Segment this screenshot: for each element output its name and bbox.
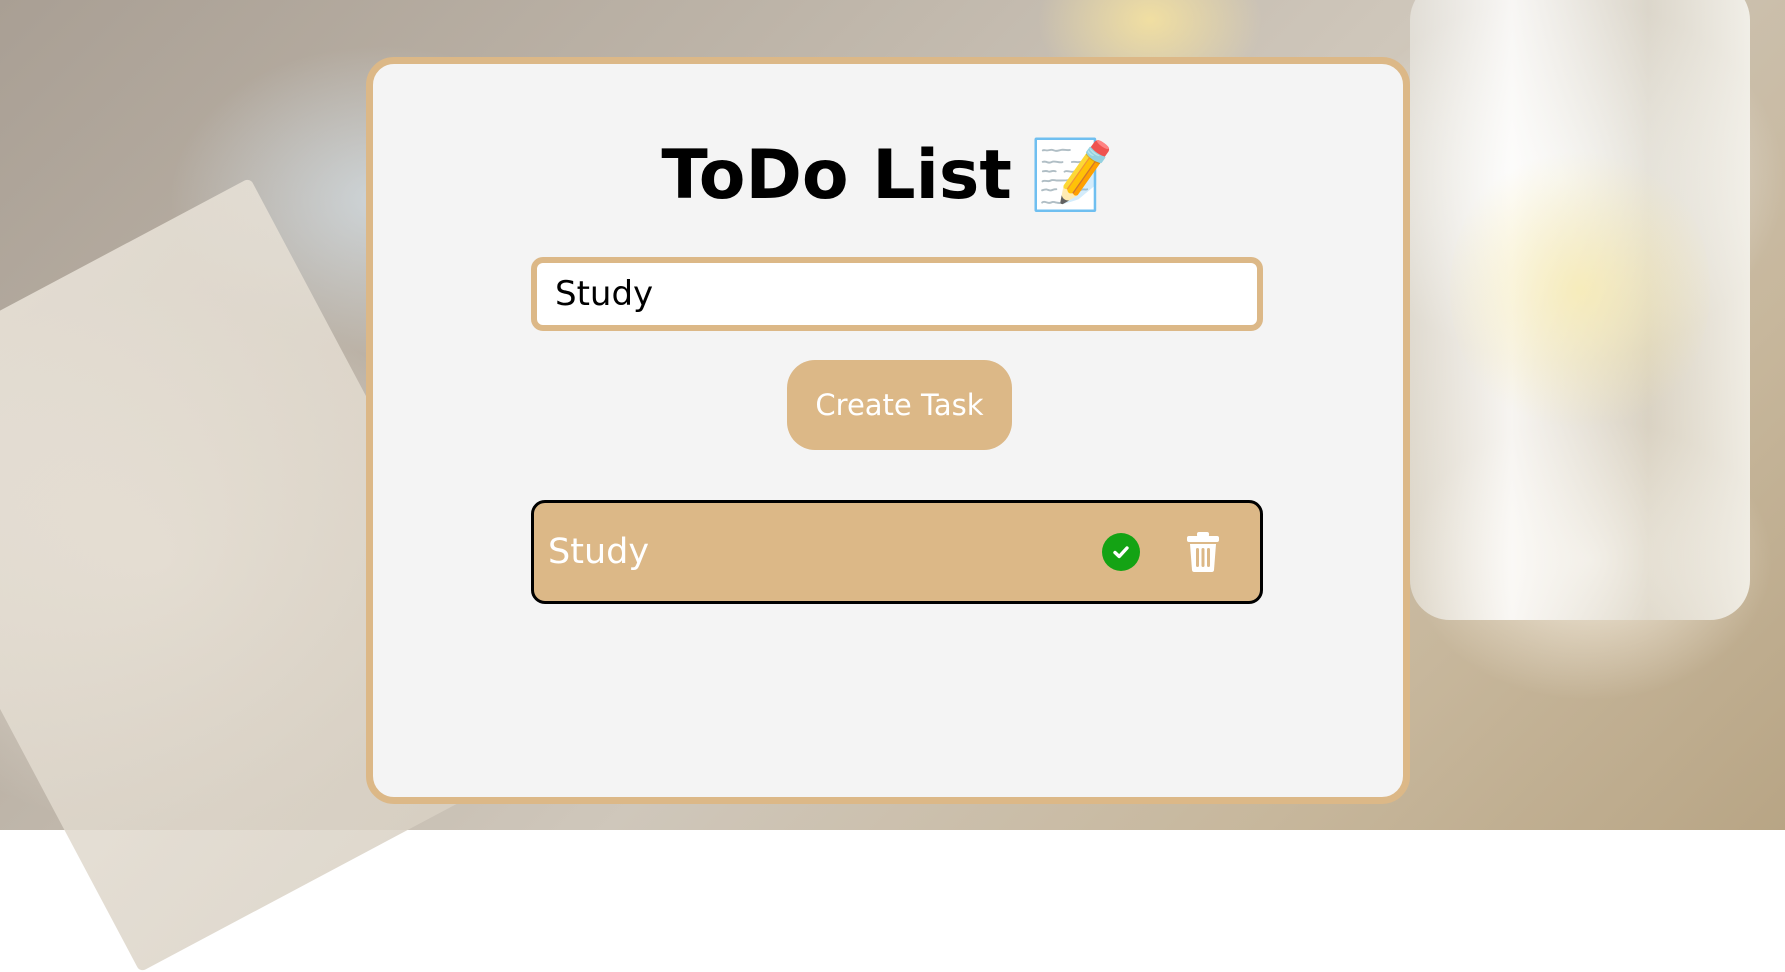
check-circle-icon[interactable]: [1102, 533, 1140, 571]
task-list: Study: [531, 500, 1263, 604]
page-title-text: ToDo List: [661, 136, 1012, 215]
todo-card: ToDo List📝 Create Task Study: [366, 57, 1410, 804]
task-text: Study: [548, 532, 650, 572]
background-lemon: [1450, 140, 1710, 440]
trash-icon[interactable]: [1186, 531, 1220, 573]
page-title: ToDo List 📝: [373, 142, 1403, 210]
create-task-button[interactable]: Create Task: [787, 360, 1012, 450]
task-item: Study: [531, 500, 1263, 604]
task-input[interactable]: [531, 257, 1263, 331]
memo-icon: 📝: [1029, 136, 1115, 215]
